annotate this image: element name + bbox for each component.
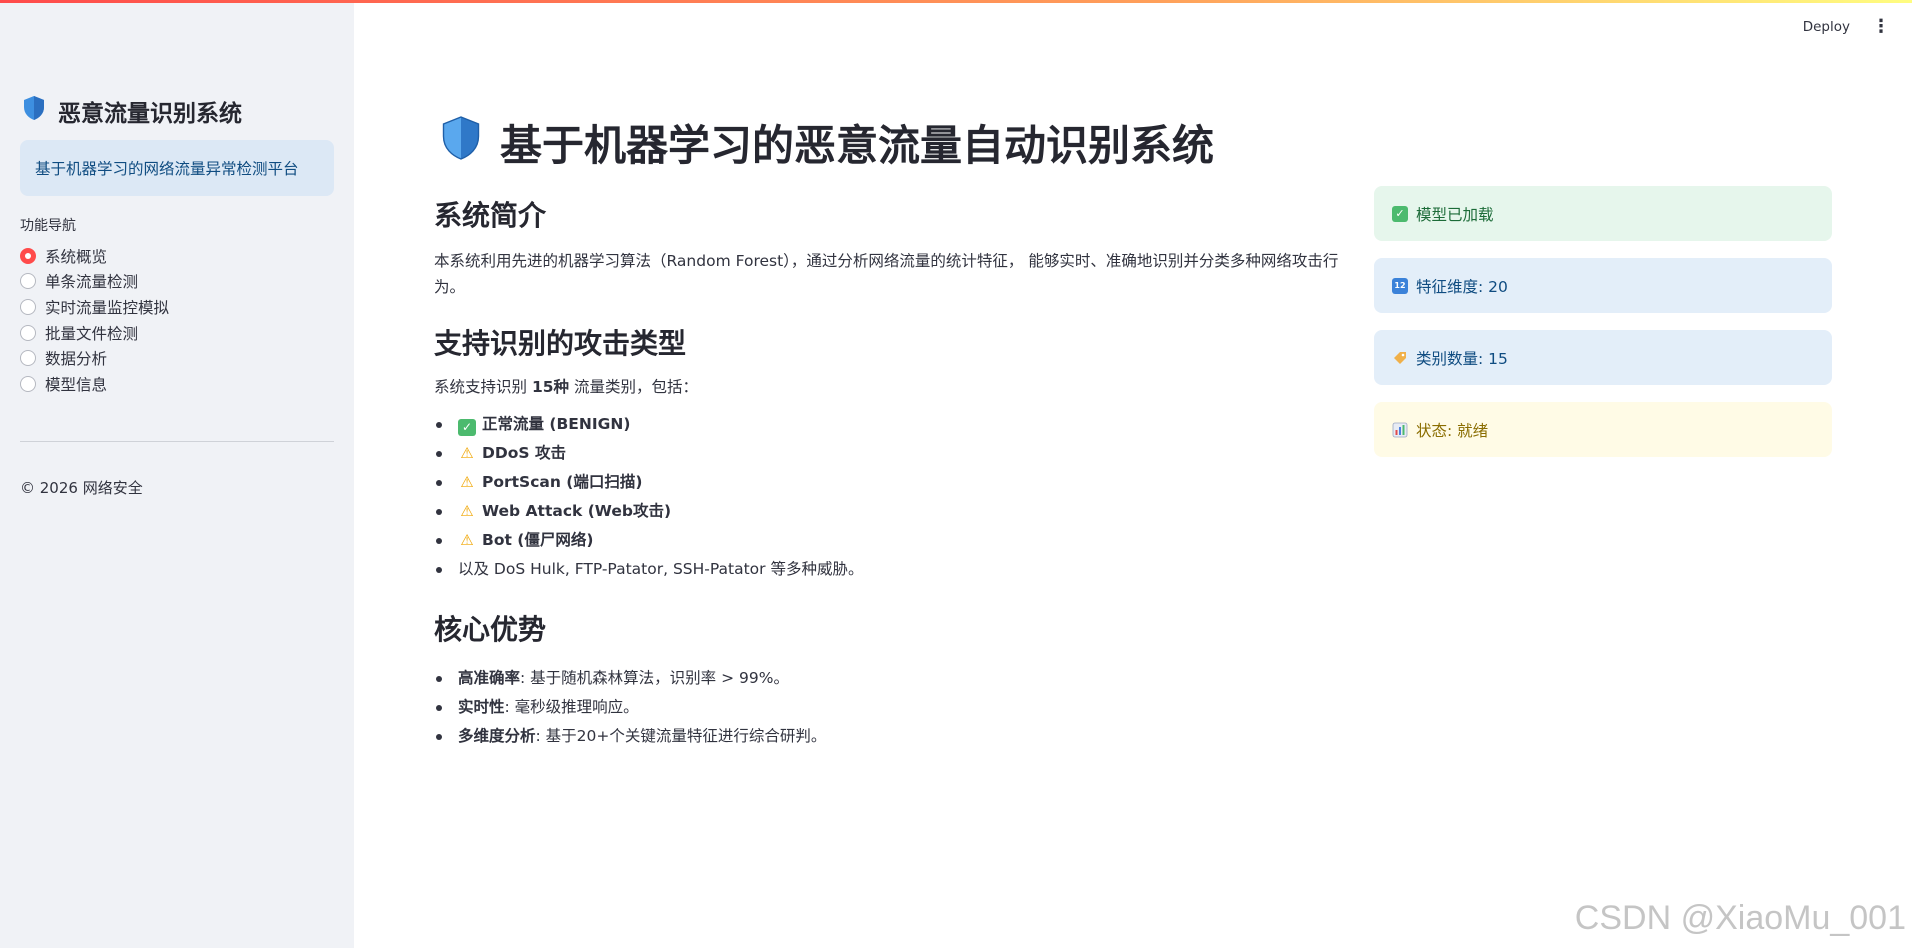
list-item-text: 以及 DoS Hulk, FTP-Patator, SSH-Patator 等多… [458, 560, 864, 578]
status-card-text: 模型已加载 [1416, 205, 1494, 224]
nav-item-label: 模型信息 [45, 375, 108, 394]
status-card-text: 状态: 就绪 [1416, 421, 1489, 440]
list-item: 多维度分析: 基于20+个关键流量特征进行综合研判。 [434, 722, 1354, 751]
nav-item-label: 实时流量监控模拟 [45, 298, 170, 317]
list-item: ✓ 正常流量 (BENIGN) [434, 410, 1354, 439]
advantage-term: 实时性 [458, 698, 505, 716]
nav-item-overview[interactable]: 系统概览 [20, 243, 169, 269]
advantage-desc: : 基于随机森林算法，识别率 > 99%。 [520, 669, 789, 687]
advantage-desc: : 毫秒级推理响应。 [504, 698, 639, 716]
check-icon: ✓ [1392, 205, 1408, 222]
tag-icon [1392, 350, 1408, 366]
page-title: 基于机器学习的恶意流量自动识别系统 [440, 112, 1214, 173]
shield-icon [22, 95, 46, 127]
bar-chart-icon [1392, 422, 1408, 438]
nav-label: 功能导航 [20, 218, 76, 234]
list-item: ⚠ Bot (僵尸网络) [434, 526, 1354, 555]
nav-item-model-info[interactable]: 模型信息 [20, 371, 169, 397]
nav-item-label: 数据分析 [45, 350, 108, 369]
attack-heading: 支持识别的攻击类型 [434, 327, 687, 360]
advantages-heading: 核心优势 [434, 613, 547, 646]
list-item: ⚠ DDoS 攻击 [434, 439, 1354, 468]
radio-icon[interactable] [20, 324, 36, 341]
nav-item-single-detect[interactable]: 单条流量检测 [20, 269, 169, 295]
shield-icon [440, 115, 482, 171]
attack-intro-count: 15种 [531, 378, 570, 396]
status-card-text: 类别数量: 15 [1416, 349, 1508, 368]
status-card-text: 特征维度: 20 [1416, 277, 1508, 296]
numbers-icon: 12 [1392, 277, 1408, 294]
attack-list: ✓ 正常流量 (BENIGN) ⚠ DDoS 攻击 ⚠ PortScan (端口扫描)… [434, 410, 1354, 584]
sidebar-footer: © 2026 网络安全 [20, 479, 143, 497]
nav-item-realtime-monitor[interactable]: 实时流量监控模拟 [20, 294, 169, 320]
intro-text: 本系统利用先进的机器学习算法（Random Forest），通过分析网络流量的统… [434, 252, 1339, 296]
nav-item-label: 单条流量检测 [45, 273, 139, 292]
advantages-list: 高准确率: 基于随机森林算法，识别率 > 99%。 实时性: 毫秒级推理响应。 … [434, 664, 1354, 751]
list-item: 高准确率: 基于随机森林算法，识别率 > 99%。 [434, 664, 1354, 693]
kebab-menu-icon[interactable]: ⋮ [1872, 18, 1890, 36]
attack-intro-prefix: 系统支持识别 [434, 378, 532, 396]
nav-item-data-analysis[interactable]: 数据分析 [20, 345, 169, 371]
status-card-features: 12 特征维度: 20 [1374, 258, 1832, 313]
radio-icon[interactable] [20, 375, 36, 392]
list-item: ⚠ PortScan (端口扫描) [434, 468, 1354, 497]
list-item-text: PortScan (端口扫描) [482, 473, 643, 491]
page-title-text: 基于机器学习的恶意流量自动识别系统 [500, 121, 1215, 170]
nav-item-label: 批量文件检测 [45, 324, 139, 343]
main-content: 系统简介 本系统利用先进的机器学习算法（Random Forest），通过分析网… [434, 190, 1354, 751]
attack-intro: 系统支持识别 15种 流量类别，包括： [434, 374, 1354, 400]
sidebar-title-text: 恶意流量识别系统 [58, 101, 242, 127]
sidebar-info-box: 基于机器学习的网络流量异常检测平台 [20, 140, 334, 196]
warning-icon: ⚠ [460, 473, 474, 491]
deploy-button[interactable]: Deploy [1803, 19, 1850, 35]
sidebar: 恶意流量识别系统 基于机器学习的网络流量异常检测平台 功能导航 系统概览 单条流… [0, 0, 354, 948]
sidebar-title: 恶意流量识别系统 [22, 94, 242, 128]
warning-icon: ⚠ [460, 531, 474, 549]
list-item-text: Web Attack (Web攻击) [482, 502, 672, 520]
sidebar-divider [20, 441, 334, 442]
sidebar-info-text: 基于机器学习的网络流量异常检测平台 [35, 160, 299, 178]
intro-heading: 系统简介 [434, 199, 547, 232]
status-cards: ✓ 模型已加载 12 特征维度: 20 类别数量: 15 状态: 就绪 [1374, 186, 1832, 474]
nav-radio-group: 系统概览 单条流量检测 实时流量监控模拟 批量文件检测 数据分析 模型信息 [20, 243, 169, 397]
radio-icon[interactable] [20, 273, 36, 290]
status-card-state: 状态: 就绪 [1374, 402, 1832, 457]
radio-selected-icon[interactable] [20, 247, 36, 264]
status-card-classes: 类别数量: 15 [1374, 330, 1832, 385]
advantage-desc: : 基于20+个关键流量特征进行综合研判。 [535, 727, 827, 745]
radio-icon[interactable] [20, 298, 36, 315]
warning-icon: ⚠ [460, 502, 474, 520]
attack-intro-suffix: 流量类别，包括： [569, 378, 698, 396]
list-item: 实时性: 毫秒级推理响应。 [434, 693, 1354, 722]
list-item: ⚠ Web Attack (Web攻击) [434, 497, 1354, 526]
warning-icon: ⚠ [460, 444, 474, 462]
list-item: 以及 DoS Hulk, FTP-Patator, SSH-Patator 等多… [434, 555, 1354, 584]
status-card-model-loaded: ✓ 模型已加载 [1374, 186, 1832, 241]
top-accent-stripe [0, 0, 1912, 3]
nav-item-batch-detect[interactable]: 批量文件检测 [20, 320, 169, 346]
radio-icon[interactable] [20, 350, 36, 367]
advantage-term: 高准确率 [458, 669, 521, 687]
check-icon: ✓ [458, 419, 476, 436]
list-item-text: Bot (僵尸网络) [482, 531, 594, 549]
watermark: CSDN @XiaoMu_001 [1574, 899, 1906, 937]
list-item-text: DDoS 攻击 [482, 444, 566, 462]
nav-item-label: 系统概览 [45, 247, 108, 266]
advantage-term: 多维度分析 [458, 727, 536, 745]
list-item-text: 正常流量 (BENIGN) [482, 415, 631, 433]
header-actions: Deploy ⋮ [1803, 18, 1890, 36]
